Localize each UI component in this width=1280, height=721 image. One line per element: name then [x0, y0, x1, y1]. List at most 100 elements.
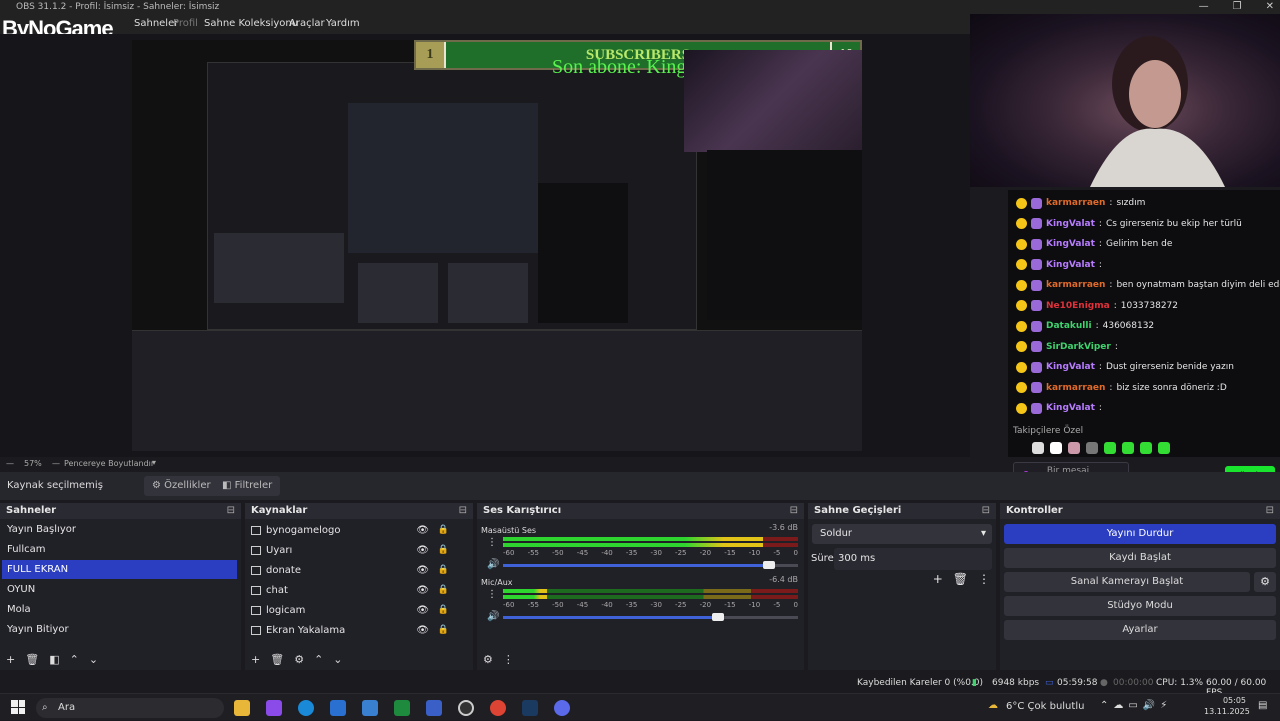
- steam-icon[interactable]: [522, 700, 538, 716]
- store-icon[interactable]: [330, 700, 346, 716]
- weather-text[interactable]: 6°C Çok bulutlu: [1006, 701, 1084, 712]
- lock-icon[interactable]: 🔒: [438, 621, 449, 640]
- eye-icon[interactable]: 👁: [416, 581, 429, 600]
- scene-item[interactable]: Fullcam: [2, 540, 237, 559]
- chevron-down-icon[interactable]: ▾: [152, 458, 156, 467]
- emote-icon[interactable]: [1086, 442, 1098, 454]
- chat-username[interactable]: SirDarkViper: [1046, 342, 1111, 352]
- chat-username[interactable]: KingValat: [1046, 260, 1095, 270]
- clock-date[interactable]: 13.11.2025: [1204, 707, 1250, 716]
- chat-username[interactable]: karmarraen: [1046, 280, 1105, 290]
- chat-username[interactable]: KingValat: [1046, 362, 1095, 372]
- menu-profile[interactable]: Profil: [173, 18, 198, 29]
- minimize-button[interactable]: —: [1199, 1, 1209, 12]
- down-icon[interactable]: ⌄: [333, 653, 342, 666]
- lock-icon[interactable]: 🔒: [438, 561, 449, 580]
- eye-icon[interactable]: 👁: [416, 621, 429, 640]
- emote-icon[interactable]: [1140, 442, 1152, 454]
- dock-popout-icon[interactable]: ⊟: [227, 503, 235, 519]
- eye-icon[interactable]: 👁: [416, 541, 429, 560]
- dock-popout-icon[interactable]: ⊟: [1266, 503, 1274, 519]
- gear-icon[interactable]: ⚙: [294, 653, 304, 666]
- scene-item-selected[interactable]: FULL EKRAN: [2, 560, 237, 579]
- scene-item[interactable]: Mola: [2, 600, 237, 619]
- lock-icon[interactable]: 🔒: [438, 541, 449, 560]
- lock-icon[interactable]: 🔒: [438, 581, 449, 600]
- close-button[interactable]: ✕: [1266, 1, 1274, 12]
- source-item[interactable]: Ekran Yakalama 👁 🔒: [251, 621, 459, 640]
- emote-icon[interactable]: [1068, 442, 1080, 454]
- edge-icon[interactable]: [298, 700, 314, 716]
- add-icon[interactable]: +: [933, 572, 943, 586]
- preview-area[interactable]: 1 SUBSCRIBERS 10 Son abone: KingValat: [0, 34, 970, 457]
- eye-icon[interactable]: 👁: [416, 601, 429, 620]
- slider-knob[interactable]: [712, 613, 725, 621]
- filter-icon[interactable]: ◧: [49, 653, 59, 666]
- chat-username[interactable]: karmarraen: [1046, 198, 1105, 208]
- trash-icon[interactable]: 🗑: [953, 572, 968, 586]
- scene-item[interactable]: OYUN: [2, 580, 237, 599]
- dock-popout-icon[interactable]: ⊟: [982, 503, 990, 519]
- trash-icon[interactable]: 🗑: [25, 653, 39, 666]
- excel-icon[interactable]: [394, 700, 410, 716]
- volume-slider[interactable]: [503, 561, 798, 569]
- chrome-icon[interactable]: [490, 700, 506, 716]
- duration-input[interactable]: 300 ms: [834, 548, 992, 570]
- maximize-button[interactable]: ❐: [1233, 1, 1242, 12]
- studio-mode-button[interactable]: Stüdyo Modu: [1004, 596, 1276, 616]
- scene-item[interactable]: Yayın Başlıyor: [2, 520, 237, 539]
- settings-button[interactable]: Ayarlar: [1004, 620, 1276, 640]
- fit-window-label[interactable]: Pencereye Boyutlandır: [64, 459, 154, 468]
- transition-select[interactable]: Soldur ▾: [812, 524, 992, 544]
- properties-button[interactable]: ⚙ Özellikler: [144, 476, 219, 496]
- more-icon[interactable]: ⋮: [978, 572, 990, 586]
- start-recording-button[interactable]: Kaydı Başlat: [1004, 548, 1276, 568]
- dock-popout-icon[interactable]: ⊟: [459, 503, 467, 519]
- menu-help[interactable]: Yardım: [326, 18, 360, 29]
- emote-icon[interactable]: [1032, 442, 1044, 454]
- eye-icon[interactable]: 👁: [416, 561, 429, 580]
- tray-icons[interactable]: ⌃☁▭🔊⚡: [1100, 700, 1172, 711]
- chat-username[interactable]: KingValat: [1046, 403, 1095, 413]
- source-item[interactable]: bynogamelogo 👁 🔒: [251, 521, 459, 540]
- gear-icon[interactable]: ⚙: [1254, 572, 1276, 592]
- menu-tools[interactable]: Araçlar: [289, 18, 325, 29]
- copilot-icon[interactable]: [266, 700, 282, 716]
- slider-knob[interactable]: [762, 561, 775, 569]
- speaker-icon[interactable]: 🔊: [487, 611, 499, 622]
- mail-icon[interactable]: [362, 700, 378, 716]
- lock-icon[interactable]: 🔒: [438, 601, 449, 620]
- speaker-icon[interactable]: 🔊: [487, 559, 499, 570]
- chat-username[interactable]: Ne10Enigma: [1046, 301, 1110, 311]
- stop-stream-button[interactable]: Yayını Durdur: [1004, 524, 1276, 544]
- down-icon[interactable]: ⌄: [89, 653, 98, 666]
- up-icon[interactable]: ⌃: [70, 653, 79, 666]
- notification-icon[interactable]: ▤: [1258, 700, 1267, 711]
- chat-username[interactable]: karmarraen: [1046, 383, 1105, 393]
- emote-icon[interactable]: [1050, 442, 1062, 454]
- start-virtual-cam-button[interactable]: Sanal Kamerayı Başlat: [1004, 572, 1250, 592]
- emote-icon[interactable]: [1122, 442, 1134, 454]
- filters-button[interactable]: ◧ Filtreler: [214, 476, 281, 496]
- source-item[interactable]: Uyarı 👁 🔒: [251, 541, 459, 560]
- more-icon[interactable]: ⋮: [487, 537, 497, 548]
- chat-username[interactable]: Datakulli: [1046, 321, 1092, 331]
- emote-icon[interactable]: [1104, 442, 1116, 454]
- trash-icon[interactable]: 🗑: [270, 653, 284, 666]
- program-canvas[interactable]: 1 SUBSCRIBERS 10 Son abone: KingValat: [132, 40, 862, 451]
- more-icon[interactable]: ⋮: [487, 589, 497, 600]
- scene-item[interactable]: Yayın Bitiyor: [2, 620, 237, 639]
- add-icon[interactable]: +: [251, 653, 260, 666]
- menu-scenes[interactable]: Sahneler: [134, 18, 178, 29]
- discord-icon[interactable]: [554, 700, 570, 716]
- source-item[interactable]: donate 👁 🔒: [251, 561, 459, 580]
- gear-icon[interactable]: ⚙: [483, 653, 493, 666]
- chat-username[interactable]: KingValat: [1046, 239, 1095, 249]
- eye-icon[interactable]: 👁: [416, 521, 429, 540]
- menu-scene-collection[interactable]: Sahne Koleksiyonu: [204, 18, 298, 29]
- emote-icon[interactable]: [1158, 442, 1170, 454]
- taskbar-search[interactable]: ⌕ Ara: [36, 698, 224, 718]
- more-icon[interactable]: ⋮: [503, 653, 514, 666]
- clock-time[interactable]: 05:05: [1216, 696, 1246, 705]
- source-item[interactable]: chat 👁 🔒: [251, 581, 459, 600]
